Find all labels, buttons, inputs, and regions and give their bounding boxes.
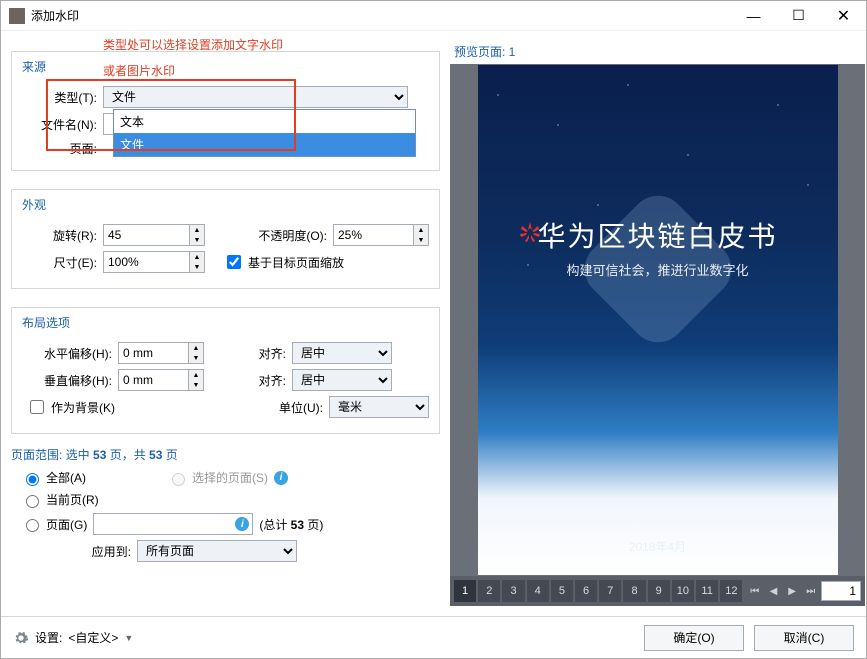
preview-area: 华为区块链白皮书 构建可信社会，推进行业数字化 2018年4月	[450, 64, 865, 576]
chevron-down-icon: ▼	[124, 633, 133, 643]
voffset-label: 垂直偏移(H):	[22, 372, 112, 389]
page-thumb[interactable]: 8	[623, 580, 645, 602]
page-thumb[interactable]: 7	[599, 580, 621, 602]
settings-value: <自定义>	[68, 629, 118, 646]
size-label: 尺寸(E):	[22, 254, 97, 271]
page-thumb[interactable]: 5	[551, 580, 573, 602]
valign-label: 对齐:	[246, 372, 286, 389]
rotate-input[interactable]	[103, 224, 189, 246]
page-thumb[interactable]: 4	[527, 580, 549, 602]
page-thumb[interactable]: 2	[478, 580, 500, 602]
type-dropdown-popup: 文本 文件	[113, 109, 416, 157]
pages-count: (总计 53 页)	[259, 516, 323, 533]
spin-up-icon[interactable]: ▲	[190, 225, 204, 235]
page-thumb[interactable]: 12	[720, 580, 742, 602]
scale-checkbox[interactable]: 基于目标页面缩放	[223, 252, 344, 272]
page-thumb[interactable]: 6	[575, 580, 597, 602]
preview-title: 预览页面: 1	[450, 41, 865, 64]
nav-last-icon[interactable]: ⏭	[802, 580, 819, 602]
opacity-spinner[interactable]: ▲▼	[333, 224, 429, 246]
page-thumb[interactable]: 3	[502, 580, 524, 602]
spin-up-icon[interactable]: ▲	[190, 252, 204, 262]
layout-title: 布局选项	[18, 314, 74, 331]
type-label: 类型(T):	[22, 89, 97, 106]
range-title: 页面范围: 选中 53 页，共 53 页	[11, 446, 440, 463]
halign-label: 对齐:	[246, 345, 286, 362]
spin-down-icon[interactable]: ▼	[189, 353, 203, 363]
spin-up-icon[interactable]: ▲	[189, 370, 203, 380]
spin-down-icon[interactable]: ▼	[190, 235, 204, 245]
opacity-label: 不透明度(O):	[237, 227, 327, 244]
info-icon: i	[274, 471, 288, 485]
hoffset-spinner[interactable]: ▲▼	[118, 342, 204, 364]
radio-pages[interactable]: 页面(G)	[21, 516, 87, 533]
cancel-button[interactable]: 取消(C)	[754, 625, 854, 651]
titlebar: 添加水印 — ☐ ✕	[1, 1, 866, 31]
source-title: 来源	[18, 58, 50, 75]
doc-subtitle: 构建可信社会，推进行业数字化	[478, 260, 838, 279]
rotate-spinner[interactable]: ▲▼	[103, 224, 205, 246]
voffset-input[interactable]	[118, 369, 188, 391]
radio-current[interactable]: 当前页(R)	[21, 491, 99, 508]
voffset-spinner[interactable]: ▲▼	[118, 369, 204, 391]
valign-select[interactable]: 居中	[292, 369, 392, 391]
type-option-file[interactable]: 文件	[114, 133, 415, 156]
nav-prev-icon[interactable]: ◀	[765, 580, 782, 602]
radio-all[interactable]: 全部(A)	[21, 469, 161, 486]
preview-page[interactable]: 华为区块链白皮书 构建可信社会，推进行业数字化 2018年4月	[478, 65, 838, 575]
spin-up-icon[interactable]: ▲	[414, 225, 428, 235]
minimize-button[interactable]: —	[731, 1, 776, 31]
halign-select[interactable]: 居中	[292, 342, 392, 364]
radio-selected[interactable]: 选择的页面(S)	[167, 469, 268, 486]
red-annotation-text: 类型处可以选择设置添加文字水印 或者图片水印	[103, 31, 283, 83]
opacity-input[interactable]	[333, 224, 413, 246]
size-input[interactable]	[103, 251, 189, 273]
layout-group: 布局选项 水平偏移(H): ▲▼ 对齐: 居中 垂直偏移(H): ▲▼	[11, 307, 440, 434]
nav-page-input[interactable]	[821, 581, 861, 601]
pager: 1 2 3 4 5 6 7 8 9 10 11 12 ⏮ ◀ ▶ ⏭	[450, 576, 865, 606]
hoffset-input[interactable]	[118, 342, 188, 364]
ok-button[interactable]: 确定(O)	[644, 625, 744, 651]
gear-icon	[13, 630, 29, 646]
page-thumb[interactable]: 10	[672, 580, 694, 602]
pages-input[interactable]	[93, 513, 253, 535]
nav-next-icon[interactable]: ▶	[784, 580, 801, 602]
doc-date: 2018年4月	[478, 538, 838, 555]
unit-select[interactable]: 毫米	[329, 396, 429, 418]
spin-down-icon[interactable]: ▼	[414, 235, 428, 245]
close-button[interactable]: ✕	[821, 1, 866, 31]
size-spinner[interactable]: ▲▼	[103, 251, 205, 273]
type-select[interactable]: 文件	[103, 86, 408, 108]
page-label: 页面:	[22, 140, 97, 157]
spin-up-icon[interactable]: ▲	[189, 343, 203, 353]
app-icon	[9, 8, 25, 24]
page-thumb[interactable]: 11	[696, 580, 718, 602]
dialog-footer: 设置: <自定义> ▼ 确定(O) 取消(C)	[1, 616, 866, 658]
window-title: 添加水印	[31, 7, 731, 24]
filename-label: 文件名(N):	[22, 116, 97, 133]
add-watermark-dialog: 添加水印 — ☐ ✕ 类型处可以选择设置添加文字水印 或者图片水印 文本 文件 …	[0, 0, 867, 659]
page-range-section: 页面范围: 选中 53 页，共 53 页 全部(A) 选择的页面(S) i	[11, 442, 440, 567]
appearance-group: 外观 旋转(R): ▲▼ 不透明度(O): ▲▼ 尺寸(E):	[11, 189, 440, 289]
settings-dropdown[interactable]: 设置: <自定义> ▼	[13, 629, 634, 646]
page-thumb[interactable]: 1	[454, 580, 476, 602]
apply-label: 应用到:	[11, 543, 131, 560]
appearance-title: 外观	[18, 196, 50, 213]
settings-label: 设置:	[35, 629, 62, 646]
hoffset-label: 水平偏移(H):	[22, 345, 112, 362]
spin-down-icon[interactable]: ▼	[189, 380, 203, 390]
type-option-text[interactable]: 文本	[114, 110, 415, 133]
page-thumb[interactable]: 9	[648, 580, 670, 602]
nav-first-icon[interactable]: ⏮	[746, 580, 763, 602]
apply-select[interactable]: 所有页面	[137, 540, 297, 562]
maximize-button[interactable]: ☐	[776, 1, 821, 31]
doc-title: 华为区块链白皮书	[478, 215, 838, 255]
unit-label: 单位(U):	[268, 399, 323, 416]
rotate-label: 旋转(R):	[22, 227, 97, 244]
background-checkbox[interactable]: 作为背景(K)	[26, 397, 115, 417]
spin-down-icon[interactable]: ▼	[190, 262, 204, 272]
